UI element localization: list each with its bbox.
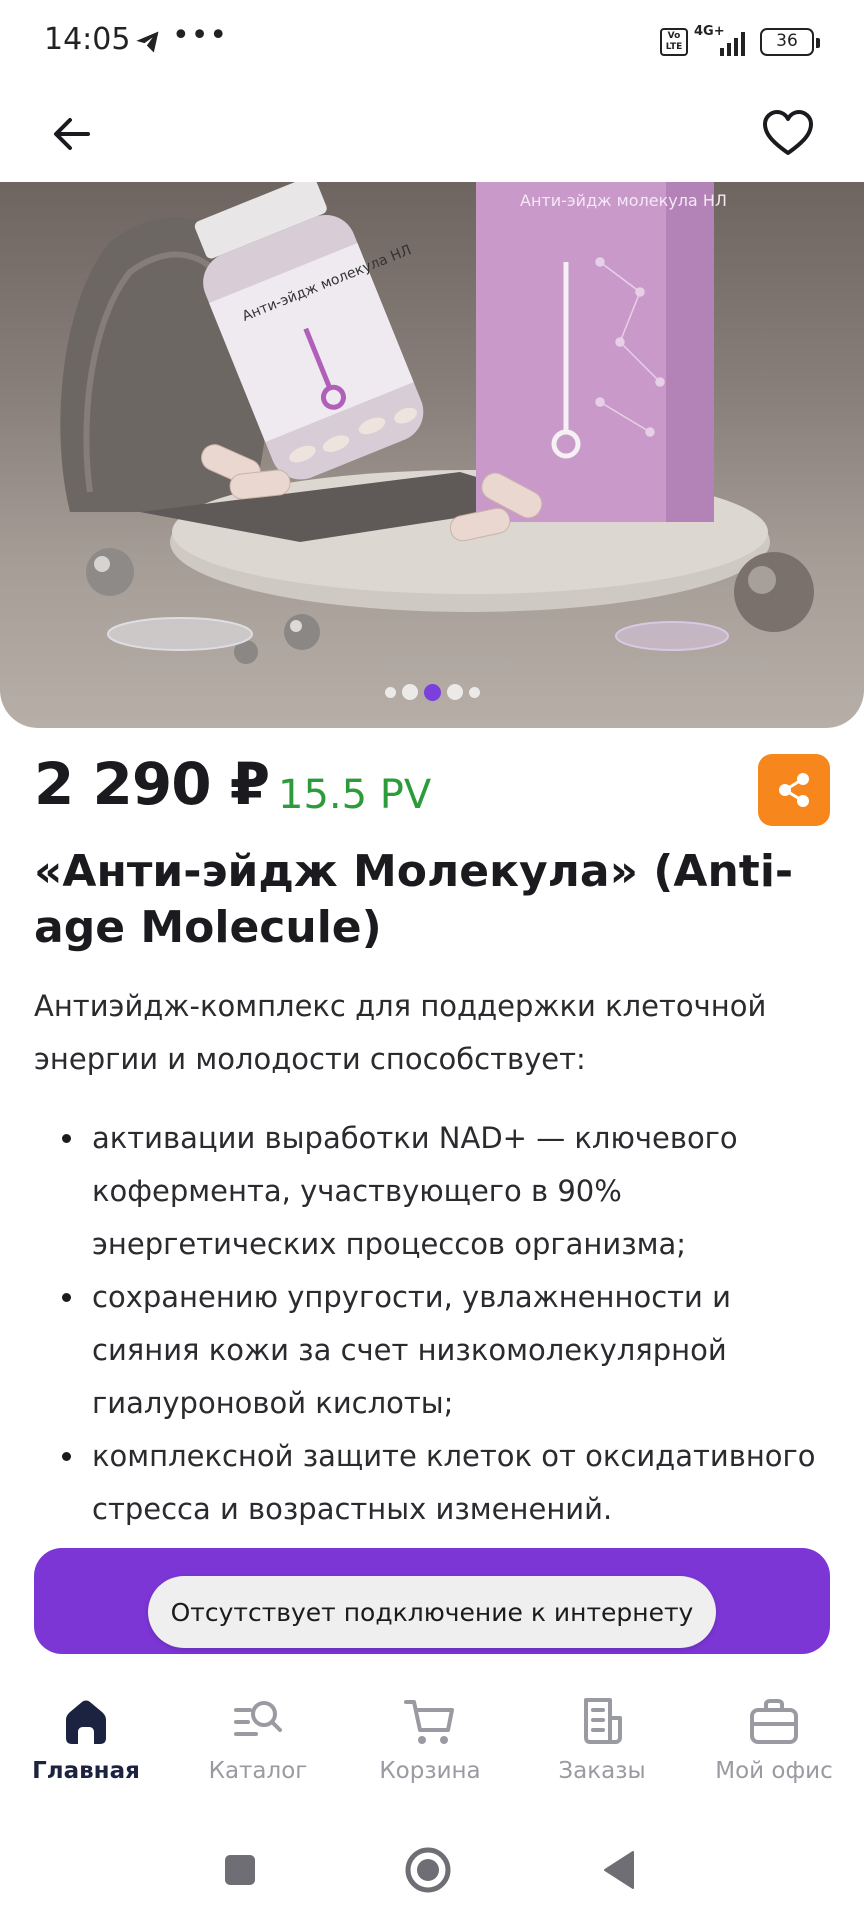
product-photo: Анти-эйдж молекула НЛ Анти-эйдж молекула… bbox=[60, 182, 814, 664]
orders-icon bbox=[584, 1698, 622, 1744]
offline-toast: Отсутствует подключение к интернету bbox=[148, 1576, 716, 1648]
home-circle-icon bbox=[405, 1847, 451, 1893]
nav-label: Каталог bbox=[208, 1758, 308, 1784]
heart-icon bbox=[763, 110, 813, 155]
product-image-carousel[interactable]: Анти-эйдж молекула НЛ Анти-эйдж молекула… bbox=[0, 182, 864, 728]
cart-icon bbox=[404, 1700, 454, 1744]
recents-button[interactable] bbox=[210, 1840, 270, 1900]
briefcase-icon bbox=[750, 1699, 798, 1744]
carousel-dot-active bbox=[423, 683, 441, 701]
nav-item-cart[interactable]: Корзина bbox=[344, 1680, 516, 1790]
back-system-button[interactable] bbox=[590, 1840, 650, 1900]
benefit-item: активации выработки NAD+ — ключевого коф… bbox=[34, 1112, 824, 1271]
nav-item-home[interactable]: Главная bbox=[0, 1680, 172, 1790]
system-navigation-bar bbox=[0, 1816, 864, 1920]
nav-item-orders[interactable]: Заказы bbox=[516, 1680, 688, 1790]
more-notifications-icon: ••• bbox=[172, 18, 229, 53]
carousel-dot bbox=[446, 684, 463, 700]
recents-square-icon bbox=[225, 1855, 255, 1885]
catalog-search-icon bbox=[234, 1701, 282, 1736]
battery-icon: 36 bbox=[760, 28, 820, 56]
nav-label: Корзина bbox=[379, 1758, 481, 1784]
back-button[interactable] bbox=[40, 102, 104, 166]
carousel-dot bbox=[401, 684, 418, 700]
back-triangle-icon bbox=[604, 1851, 634, 1889]
nav-label: Главная bbox=[32, 1758, 140, 1784]
carousel-dot bbox=[468, 686, 480, 698]
benefit-item: сохранению упругости, увлажненности и си… bbox=[34, 1271, 824, 1430]
top-app-bar bbox=[0, 84, 864, 182]
favorite-button[interactable] bbox=[756, 102, 820, 166]
telegram-icon bbox=[136, 31, 159, 53]
product-benefits-list: активации выработки NAD+ — ключевого коф… bbox=[34, 1112, 824, 1536]
product-title: «Анти-эйдж Молекула» (Anti-age Molecule) bbox=[34, 846, 794, 953]
share-button[interactable] bbox=[758, 754, 830, 826]
status-bar: 14:05 ••• Vo LTE 4G+ 36 bbox=[0, 0, 864, 84]
volte-icon: Vo LTE bbox=[660, 28, 688, 56]
carousel-dot bbox=[384, 686, 396, 698]
nav-item-catalog[interactable]: Каталог bbox=[172, 1680, 344, 1790]
bottom-navigation: Главная Каталог Корзина Заказы Мой офис bbox=[0, 1680, 864, 1790]
product-price: 2 290 ₽ bbox=[34, 750, 270, 818]
nav-label: Заказы bbox=[558, 1758, 646, 1784]
product-description: Антиэйдж-комплекс для поддержки клеточно… bbox=[34, 989, 767, 1076]
home-system-button[interactable] bbox=[398, 1840, 458, 1900]
share-icon bbox=[779, 773, 809, 807]
benefit-item: комплексной защите клеток от оксидативно… bbox=[34, 1430, 824, 1536]
home-icon bbox=[66, 1700, 106, 1744]
box-label: Анти-эйдж молекула НЛ bbox=[520, 191, 727, 210]
product-pv: 15.5 PV bbox=[278, 772, 432, 818]
nav-label: Мой офис bbox=[715, 1758, 833, 1784]
carousel-indicator bbox=[0, 680, 864, 704]
status-time: 14:05 bbox=[44, 22, 131, 57]
signal-icon bbox=[720, 32, 745, 56]
nav-item-my-office[interactable]: Мой офис bbox=[688, 1680, 860, 1790]
arrow-left-icon bbox=[54, 118, 90, 150]
battery-level: 36 bbox=[776, 31, 798, 51]
